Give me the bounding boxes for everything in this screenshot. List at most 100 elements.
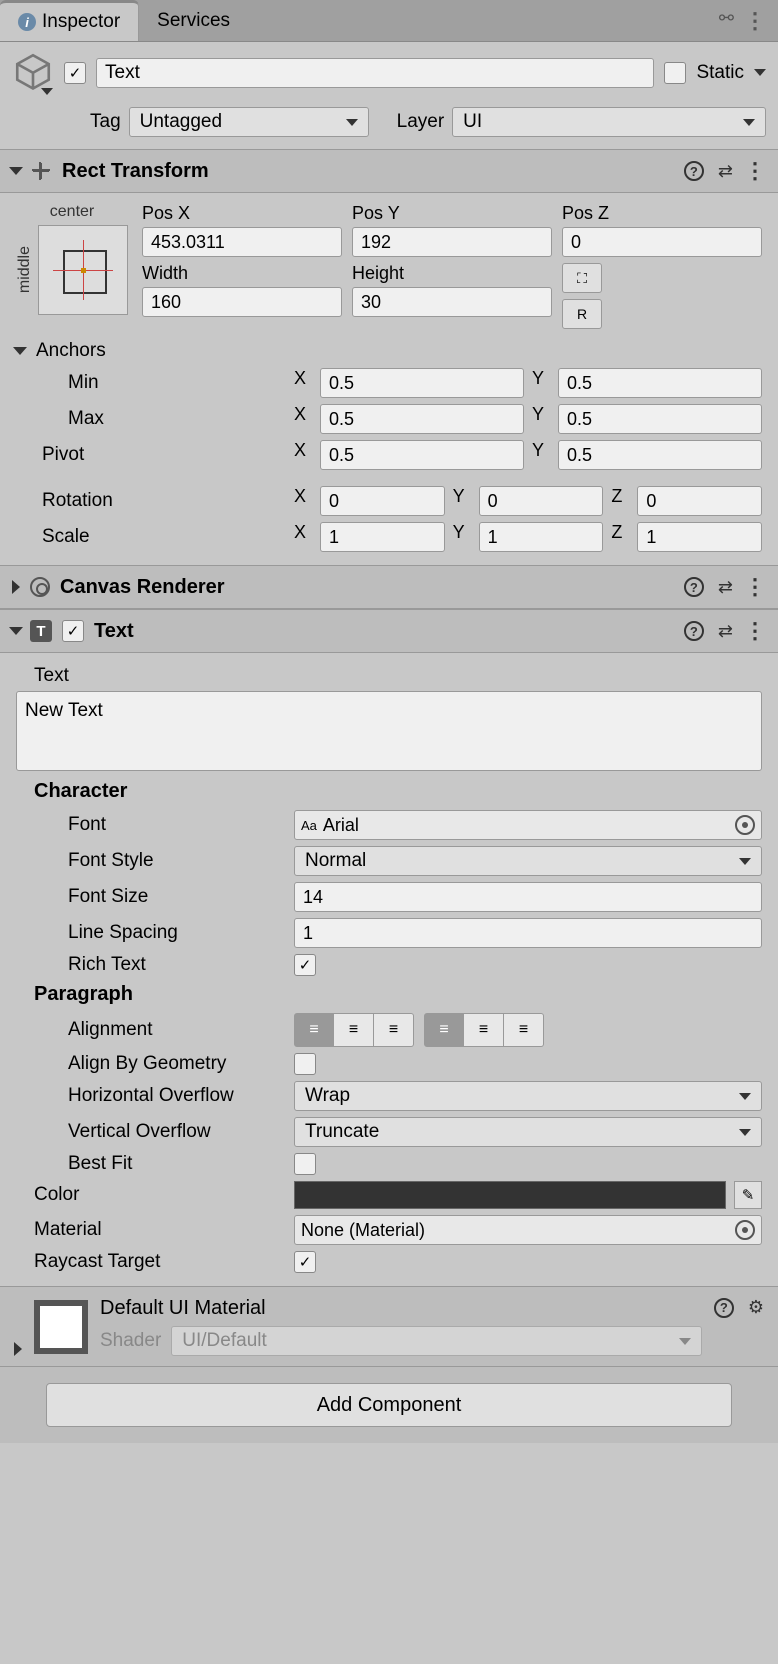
gameobject-name-input[interactable]: [96, 58, 654, 88]
rect-transform-icon: [30, 160, 52, 182]
color-swatch[interactable]: [294, 1181, 726, 1209]
height-label: Height: [352, 263, 552, 284]
v-overflow-dropdown[interactable]: Truncate: [294, 1117, 762, 1147]
object-picker-icon[interactable]: [735, 1220, 755, 1240]
anchor-min-x-input[interactable]: [320, 368, 524, 398]
line-spacing-label: Line Spacing: [16, 922, 286, 944]
align-right-button[interactable]: ≡: [374, 1013, 414, 1047]
font-field[interactable]: AaArial: [294, 810, 762, 840]
component-menu-icon[interactable]: ⋮: [744, 618, 766, 644]
min-label: Min: [16, 372, 286, 394]
layer-value: UI: [463, 111, 482, 133]
component-title: Canvas Renderer: [60, 576, 674, 599]
component-menu-icon[interactable]: ⋮: [744, 158, 766, 184]
align-middle-button[interactable]: ≡: [464, 1013, 504, 1047]
chevron-down-icon: [679, 1338, 691, 1345]
font-style-dropdown[interactable]: Normal: [294, 846, 762, 876]
anchor-max-y-input[interactable]: [558, 404, 762, 434]
static-dropdown-arrow[interactable]: [754, 69, 766, 76]
align-center-button[interactable]: ≡: [334, 1013, 374, 1047]
help-icon[interactable]: ?: [684, 621, 704, 641]
scale-label: Scale: [16, 526, 286, 548]
icon-dropdown-arrow[interactable]: [41, 88, 53, 95]
rot-z-input[interactable]: [637, 486, 762, 516]
static-checkbox[interactable]: [664, 62, 686, 84]
scale-x-input[interactable]: [320, 522, 445, 552]
chevron-down-icon: [739, 1129, 751, 1136]
help-icon[interactable]: ?: [684, 577, 704, 597]
raw-edit-button[interactable]: R: [562, 299, 602, 329]
object-picker-icon[interactable]: [735, 815, 755, 835]
material-value: None (Material): [301, 1220, 425, 1241]
tab-inspector[interactable]: i Inspector: [0, 0, 139, 41]
foldout-toggle[interactable]: [9, 627, 23, 635]
pos-x-label: Pos X: [142, 203, 342, 224]
blueprint-mode-button[interactable]: ⛶: [562, 263, 602, 293]
preset-icon[interactable]: ⇄: [718, 577, 730, 598]
tab-services[interactable]: Services: [139, 2, 248, 40]
h-overflow-dropdown[interactable]: Wrap: [294, 1081, 762, 1111]
pos-y-input[interactable]: [352, 227, 552, 257]
add-component-button[interactable]: Add Component: [46, 1383, 732, 1427]
scale-z-input[interactable]: [637, 522, 762, 552]
lock-icon[interactable]: ⚯: [719, 8, 734, 34]
align-geometry-label: Align By Geometry: [16, 1053, 286, 1075]
tab-menu-icon[interactable]: ⋮: [744, 8, 766, 34]
info-icon: i: [18, 13, 36, 31]
color-label: Color: [16, 1184, 286, 1206]
component-title: Text: [94, 620, 674, 643]
anchor-preset-button[interactable]: [38, 225, 128, 315]
foldout-toggle[interactable]: [9, 167, 23, 175]
anchor-max-x-input[interactable]: [320, 404, 524, 434]
font-label: Font: [16, 814, 286, 836]
pos-z-input[interactable]: [562, 227, 762, 257]
eyedropper-icon[interactable]: ✎: [734, 1181, 762, 1209]
raycast-checkbox[interactable]: ✓: [294, 1251, 316, 1273]
align-left-button[interactable]: ≡: [294, 1013, 334, 1047]
align-bottom-button[interactable]: ≡: [504, 1013, 544, 1047]
cube-icon[interactable]: [12, 50, 54, 92]
tag-dropdown[interactable]: Untagged: [129, 107, 369, 137]
preset-icon[interactable]: ⇄: [718, 621, 730, 642]
best-fit-checkbox[interactable]: [294, 1153, 316, 1175]
active-checkbox[interactable]: ✓: [64, 62, 86, 84]
pos-x-input[interactable]: [142, 227, 342, 257]
tab-bar: i Inspector Services ⚯ ⋮: [0, 0, 778, 42]
gear-icon[interactable]: ⚙: [748, 1297, 764, 1318]
chevron-down-icon: [346, 119, 358, 126]
rich-text-checkbox[interactable]: ✓: [294, 954, 316, 976]
help-icon[interactable]: ?: [714, 1298, 734, 1318]
pos-y-label: Pos Y: [352, 203, 552, 224]
anchors-foldout[interactable]: [13, 347, 27, 355]
pivot-y-input[interactable]: [558, 440, 762, 470]
rect-transform-body: center middle Pos X Pos Y Pos Z Width He…: [0, 193, 778, 565]
align-geometry-checkbox[interactable]: [294, 1053, 316, 1075]
text-value-input[interactable]: [16, 691, 762, 771]
shader-label: Shader: [100, 1330, 161, 1352]
material-field[interactable]: None (Material): [294, 1215, 762, 1245]
chevron-down-icon: [743, 119, 755, 126]
material-foldout[interactable]: [14, 1342, 22, 1356]
add-component-area: Add Component: [0, 1366, 778, 1443]
width-input[interactable]: [142, 287, 342, 317]
component-enable-checkbox[interactable]: ✓: [62, 620, 84, 642]
rot-y-input[interactable]: [479, 486, 604, 516]
font-size-input[interactable]: [294, 882, 762, 912]
component-menu-icon[interactable]: ⋮: [744, 574, 766, 600]
tag-label: Tag: [90, 111, 121, 133]
preset-icon[interactable]: ⇄: [718, 161, 730, 182]
foldout-toggle[interactable]: [12, 580, 20, 594]
anchor-min-y-input[interactable]: [558, 368, 762, 398]
scale-y-input[interactable]: [479, 522, 604, 552]
line-spacing-input[interactable]: [294, 918, 762, 948]
rot-x-input[interactable]: [320, 486, 445, 516]
rotation-label: Rotation: [16, 490, 286, 512]
canvas-renderer-header: Canvas Renderer ? ⇄ ⋮: [0, 565, 778, 609]
layer-dropdown[interactable]: UI: [452, 107, 766, 137]
layer-label: Layer: [397, 111, 445, 133]
align-top-button[interactable]: ≡: [424, 1013, 464, 1047]
help-icon[interactable]: ?: [684, 161, 704, 181]
pivot-x-input[interactable]: [320, 440, 524, 470]
height-input[interactable]: [352, 287, 552, 317]
shader-dropdown[interactable]: UI/Default: [171, 1326, 702, 1356]
